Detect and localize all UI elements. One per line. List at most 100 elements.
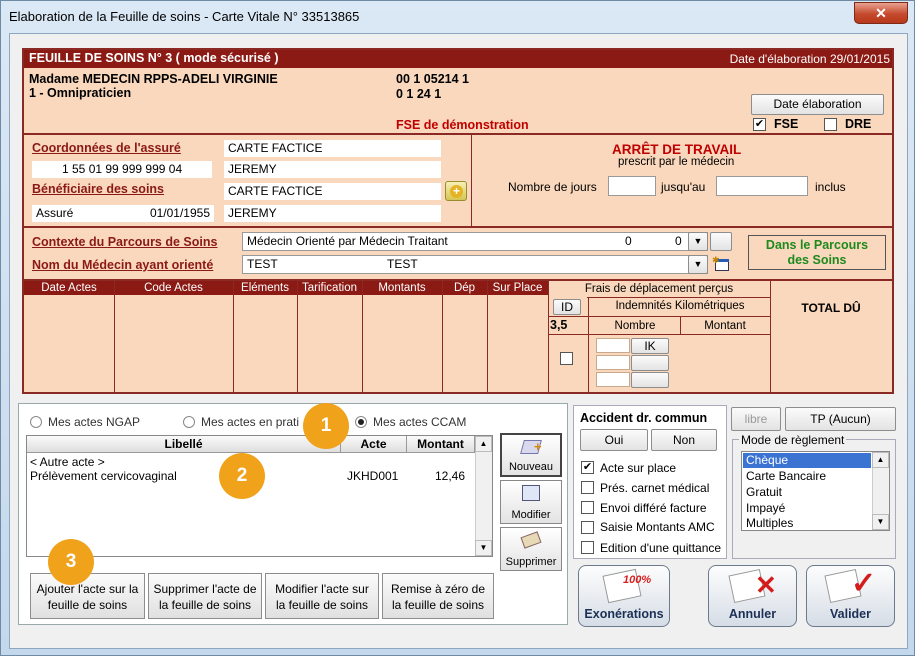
inclus-label: inclus xyxy=(815,180,846,194)
scroll-down-icon[interactable]: ▼ xyxy=(872,514,889,530)
add-beneficiaire-button[interactable]: + xyxy=(445,181,467,201)
col-sur-place: Sur Place xyxy=(492,282,543,294)
montant-label: Montant xyxy=(704,320,746,332)
contexte-dropdown-icon[interactable]: ▼ xyxy=(688,232,708,251)
window-title: Elaboration de la Feuille de soins - Car… xyxy=(9,9,360,24)
modifier-acte-button[interactable]: Modifier l'acte sur la feuille de soins xyxy=(265,573,379,619)
reglement-option[interactable]: Chèque xyxy=(743,453,871,468)
indemnites-label: Indemnités Kilométriques xyxy=(615,300,745,312)
assure-name-field[interactable]: CARTE FACTICE xyxy=(224,140,441,157)
col-tarification: Tarification xyxy=(302,282,357,294)
col-libelle[interactable]: Libellé xyxy=(27,436,341,453)
valider-button[interactable]: ✓ Valider xyxy=(806,565,895,627)
col-elements: Eléments xyxy=(241,282,289,294)
exo-badge: 100% xyxy=(623,574,652,586)
ik-nombre-3[interactable] xyxy=(596,372,630,387)
benef-type-field[interactable]: Assuré xyxy=(32,205,136,222)
acte-sur-place-label: Acte sur place xyxy=(600,461,677,475)
reglement-option[interactable]: Carte Bancaire xyxy=(746,469,826,483)
radio-ccam[interactable] xyxy=(355,416,367,428)
ajouter-acte-button[interactable]: Ajouter l'acte sur la feuille de soins xyxy=(30,573,145,619)
annotation-badge-1: 1 xyxy=(303,403,349,449)
supprimer-acte-button[interactable]: Supprimer l'acte de la feuille de soins xyxy=(148,573,262,619)
reglement-option[interactable]: Impayé xyxy=(746,501,785,515)
nouveau-button[interactable]: + Nouveau xyxy=(500,433,562,477)
reglement-option[interactable]: Multiples xyxy=(746,516,793,530)
list-scrollbar[interactable] xyxy=(475,436,492,556)
scroll-up-icon[interactable]: ▲ xyxy=(475,436,492,452)
contexte-extra-button[interactable] xyxy=(710,232,732,251)
supprimer-label: Supprimer xyxy=(505,556,557,568)
pres-carnet-checkbox[interactable] xyxy=(581,481,594,494)
dre-checkbox-label: DRE xyxy=(845,117,872,131)
radio-ngap[interactable] xyxy=(30,416,42,428)
reglement-option[interactable]: Gratuit xyxy=(746,485,782,499)
col-acte[interactable]: Acte xyxy=(341,436,407,453)
benef-birth-field[interactable]: 01/01/1955 xyxy=(136,205,214,222)
benef-name-field[interactable]: CARTE FACTICE xyxy=(224,183,441,200)
valider-label: Valider xyxy=(830,607,871,621)
assure-number-field[interactable]: 1 55 01 99 999 999 04 xyxy=(32,161,212,178)
supprimer-button[interactable]: Supprimer xyxy=(500,527,562,571)
fse-checkbox[interactable]: ✔ xyxy=(753,118,766,131)
contexte-n2: 0 xyxy=(675,234,682,248)
id-button[interactable]: ID xyxy=(553,299,581,315)
radio-pratique[interactable] xyxy=(183,416,195,428)
assure-firstname-field[interactable]: JEREMY xyxy=(224,161,441,178)
contexte-value: Médecin Orienté par Médecin Traitant xyxy=(247,234,448,248)
modifier-label: Modifier xyxy=(511,509,551,521)
fse-header-title: FEUILLE DE SOINS N° 3 ( mode sécurisé ) xyxy=(29,51,279,65)
doctor-specialty: 1 - Omnipraticien xyxy=(29,86,132,100)
ik-nombre-1[interactable] xyxy=(596,338,630,353)
contexte-parcours-select[interactable]: Médecin Orienté par Médecin Traitant 0 0 xyxy=(242,232,708,251)
date-elaboration-button[interactable]: Date élaboration xyxy=(751,94,884,115)
radio-ngap-label: Mes actes NGAP xyxy=(48,415,141,429)
sur-place-checkbox[interactable] xyxy=(560,352,573,365)
tp-button[interactable]: TP (Aucun) xyxy=(785,407,896,431)
reglement-list[interactable]: Chèque Carte Bancaire Gratuit Impayé Mul… xyxy=(741,451,890,531)
calendar-icon[interactable]: ✱ xyxy=(712,255,732,274)
list-item-acte: JKHD001 xyxy=(347,469,399,483)
parcours-status-line2: des Soins xyxy=(787,253,847,267)
coord-assure-label: Coordonnées de l'assuré xyxy=(32,141,181,155)
close-button[interactable]: ✕ xyxy=(854,2,908,24)
medecin-dropdown-icon[interactable]: ▼ xyxy=(688,255,708,274)
modifier-button[interactable]: Modifier xyxy=(500,480,562,524)
exonerations-button[interactable]: 100% Exonérations xyxy=(578,565,670,627)
frais-deplacement-title: Frais de déplacement perçus xyxy=(584,283,734,295)
scroll-up-icon[interactable]: ▲ xyxy=(872,452,889,468)
list-item[interactable]: < Autre acte > xyxy=(30,455,105,469)
libre-button[interactable]: libre xyxy=(731,407,781,431)
benef-firstname-field[interactable]: JEREMY xyxy=(224,205,441,222)
col-date-actes: Date Actes xyxy=(41,282,97,294)
nb-jours-input[interactable] xyxy=(608,176,656,196)
annotation-badge-3: 3 xyxy=(48,539,94,585)
doctor-code-1: 00 1 05214 1 xyxy=(396,72,469,86)
accident-oui-button[interactable]: Oui xyxy=(580,429,648,451)
pres-carnet-label: Prés. carnet médical xyxy=(600,481,710,495)
acte-sur-place-checkbox[interactable]: ✔ xyxy=(581,461,594,474)
saisie-amc-checkbox[interactable] xyxy=(581,521,594,534)
scroll-down-icon[interactable]: ▼ xyxy=(475,540,492,556)
ik-nombre-2[interactable] xyxy=(596,355,630,370)
saisie-amc-label: Saisie Montants AMC xyxy=(600,520,715,534)
dre-checkbox[interactable] xyxy=(824,118,837,131)
ik-button-3[interactable] xyxy=(631,372,669,388)
jusquau-input[interactable] xyxy=(716,176,808,196)
accident-non-button[interactable]: Non xyxy=(651,429,717,451)
quittance-checkbox[interactable] xyxy=(581,541,594,554)
eraser-icon xyxy=(520,531,542,549)
parcours-status-line1: Dans le Parcours xyxy=(765,238,869,252)
remise-a-zero-button[interactable]: Remise à zéro de la feuille de soins xyxy=(382,573,494,619)
exonerations-label: Exonérations xyxy=(584,607,664,621)
medecin-oriente-select[interactable]: TEST TEST xyxy=(242,255,708,274)
ik-button-2[interactable] xyxy=(631,355,669,371)
annuler-button[interactable]: ✕ Annuler xyxy=(708,565,797,627)
edit-icon xyxy=(522,485,540,501)
envoi-differe-checkbox[interactable] xyxy=(581,501,594,514)
list-item[interactable]: Prélèvement cervicovaginal xyxy=(30,469,177,483)
arret-title: ARRÊT DE TRAVAIL xyxy=(612,142,742,157)
col-dep: Dép xyxy=(453,282,476,294)
ik-button[interactable]: IK xyxy=(631,338,669,354)
col-montant[interactable]: Montant xyxy=(407,436,475,453)
